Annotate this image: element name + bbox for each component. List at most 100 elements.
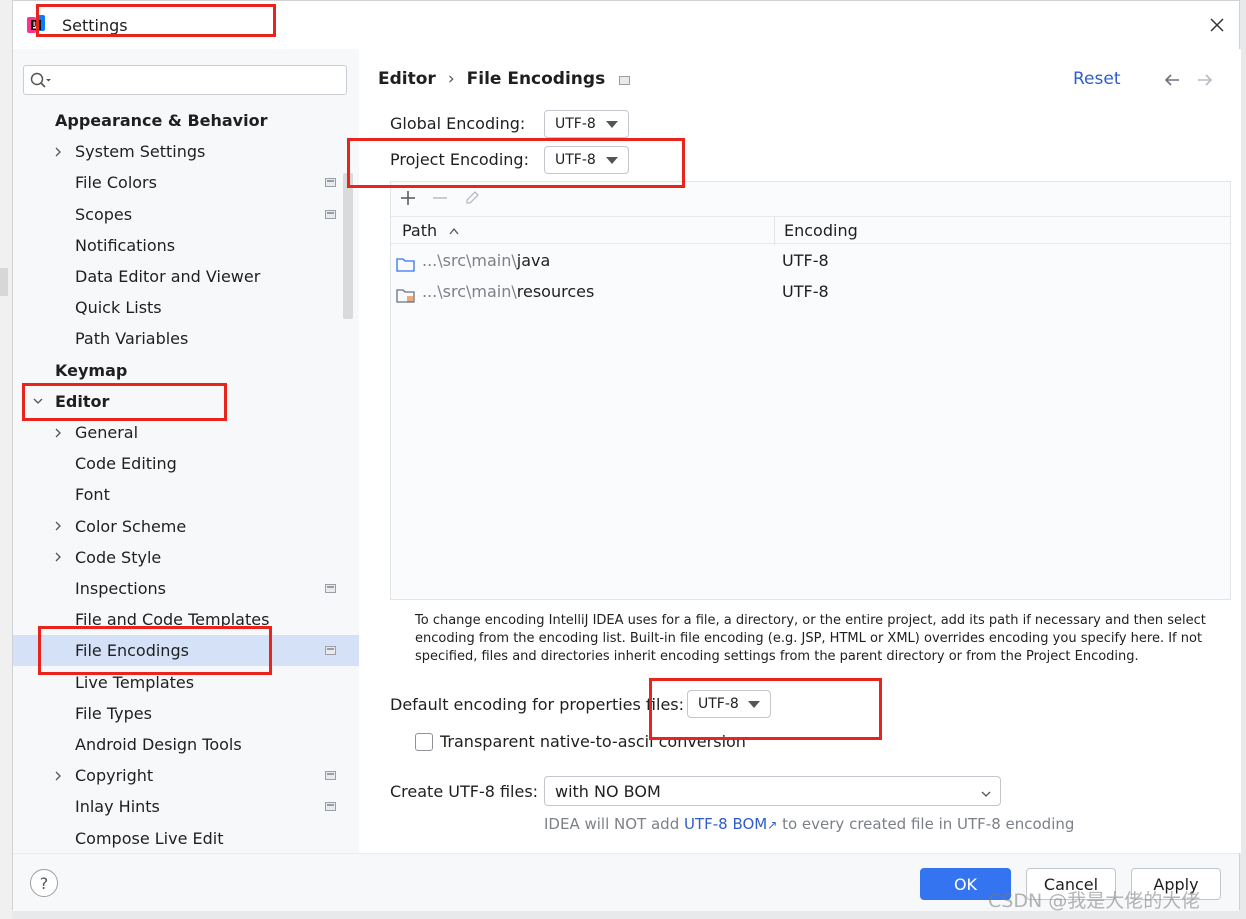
row-path-prefix: ...\src\main\ [422,282,517,301]
bom-combo[interactable]: with NO BOM [544,776,1001,806]
row-path-prefix: ...\src\main\ [422,251,517,270]
row-path: ...\src\main\java [422,245,550,276]
sidebar-item[interactable]: Path Variables [13,323,359,354]
sidebar-item-label: Inlay Hints [75,797,160,817]
chevron-right-icon[interactable] [51,760,65,791]
sidebar-item[interactable]: Live Templates [13,667,359,698]
sidebar-item[interactable]: Scopes [13,199,359,230]
sidebar-item[interactable]: Code Style [13,542,359,573]
search-input[interactable] [58,69,338,91]
sidebar-item[interactable]: File Colors [13,167,359,198]
sidebar-item[interactable]: System Settings [13,136,359,167]
apply-button[interactable]: Apply [1131,868,1221,900]
dialog-footer: ? OK Cancel Apply [13,853,1239,911]
project-scope-icon [325,178,336,188]
background-window-strip [0,0,12,919]
chevron-right-icon[interactable] [51,542,65,573]
sidebar-item[interactable]: File Encodings [13,635,359,667]
sidebar-item-label: Keymap [55,360,128,380]
project-encoding-value: UTF-8 [555,152,596,168]
sidebar-item[interactable]: File Types [13,698,359,729]
sidebar-item-label: Data Editor and Viewer [75,267,261,286]
sidebar-scrollbar[interactable] [343,173,353,319]
transparent-ascii-label[interactable]: Transparent native-to-ascii conversion [440,732,746,751]
sidebar-item-label: File Encodings [75,641,189,661]
encoding-column-header[interactable]: Encoding [784,217,858,245]
external-link-icon: ↗ [767,818,778,832]
properties-encoding-label: Default encoding for properties files: [390,695,685,714]
sidebar-item[interactable]: Editor [13,386,359,417]
sidebar-item-label: General [75,423,139,442]
bom-hint-pre: IDEA will NOT add [544,815,684,833]
sidebar-item-label: File Colors [75,173,157,193]
sort-ascending-icon [449,227,459,235]
global-encoding-combo[interactable]: UTF-8 [544,110,629,138]
project-encoding-combo[interactable]: UTF-8 [544,146,629,174]
sidebar-item[interactable]: Font [13,479,359,510]
sidebar-item-label: Code Editing [75,454,177,474]
sidebar-item[interactable]: Color Scheme [13,511,359,542]
table-header: Path Encoding [391,216,1230,245]
close-icon[interactable] [1205,13,1229,37]
sidebar-item[interactable]: Code Editing [13,448,359,479]
sidebar-item[interactable]: File and Code Templates [13,604,359,635]
chevron-right-icon[interactable] [51,136,65,167]
project-scope-icon [325,771,336,781]
table-row[interactable]: ...\src\main\java UTF-8 [391,245,1230,276]
intellij-app-icon: IJ [27,15,47,35]
project-encoding-label: Project Encoding: [390,150,529,169]
forward-arrow-icon[interactable] [1196,71,1214,89]
breadcrumb: Editor › File Encodings [378,69,605,89]
ok-button[interactable]: OK [920,868,1011,900]
sidebar-item[interactable]: Inlay Hints [13,791,359,822]
help-icon[interactable]: ? [30,869,58,897]
remove-icon[interactable] [429,187,451,209]
chevron-right-icon[interactable] [51,511,65,542]
sidebar-item[interactable]: General [13,417,359,448]
bom-hint-post: to every created file in UTF-8 encoding [777,815,1075,833]
properties-encoding-value: UTF-8 [698,696,739,712]
global-encoding-label: Global Encoding: [390,114,526,133]
sidebar-item[interactable]: Data Editor and Viewer [13,261,359,292]
path-column-label: Path [402,221,438,240]
project-scope-icon [325,209,336,219]
search-icon [30,72,52,94]
sidebar-item[interactable]: Copyright [13,760,359,791]
table-row[interactable]: ...\src\main\resources UTF-8 [391,276,1230,307]
edit-pencil-icon[interactable] [461,187,483,209]
properties-encoding-combo[interactable]: UTF-8 [687,690,771,718]
settings-search[interactable] [23,65,347,95]
encoding-help-text: To change encoding IntelliJ IDEA uses fo… [415,613,1206,664]
project-scope-icon [325,802,336,812]
path-encoding-table: Path Encoding ...\src\main\java UTF-8 ...\… [390,181,1231,600]
transparent-ascii-checkbox[interactable] [415,733,433,751]
add-icon[interactable] [397,187,419,209]
back-arrow-icon[interactable] [1163,71,1181,89]
sidebar-item[interactable]: Android Design Tools [13,729,359,760]
utf8-bom-link[interactable]: UTF-8 BOM↗ [684,815,777,833]
settings-dialog: IJ Settings Appearance & Behavior System … [12,0,1241,911]
sidebar-item-label: Editor [55,391,110,411]
row-encoding: UTF-8 [782,251,829,270]
breadcrumb-parent[interactable]: Editor [378,69,436,89]
sidebar-item[interactable]: Keymap [13,355,359,386]
chevron-right-icon[interactable] [51,417,65,448]
path-column-header[interactable]: Path [402,217,460,245]
sidebar-item-label: Appearance & Behavior [55,111,268,130]
sidebar-item[interactable]: Compose Live Edit [13,823,359,854]
row-path-name: resources [516,282,595,301]
sidebar-item-label: File and Code Templates [75,610,270,630]
global-encoding-value: UTF-8 [555,116,596,132]
sidebar-item[interactable]: Inspections [13,573,359,604]
chevron-down-icon[interactable] [31,386,45,417]
cancel-button[interactable]: Cancel [1026,868,1116,900]
sidebar-item[interactable]: Quick Lists [13,292,359,323]
bom-hint: IDEA will NOT add UTF-8 BOM↗ to every cr… [544,815,1074,833]
sidebar-item[interactable]: Notifications [13,230,359,261]
reset-link[interactable]: Reset [1073,69,1121,89]
row-path: ...\src\main\resources [422,276,594,307]
background-scroll-mark [0,268,8,296]
chevron-down-icon [980,785,992,804]
sidebar-item-label: Scopes [75,204,133,224]
sidebar-item[interactable]: Appearance & Behavior [13,105,359,136]
